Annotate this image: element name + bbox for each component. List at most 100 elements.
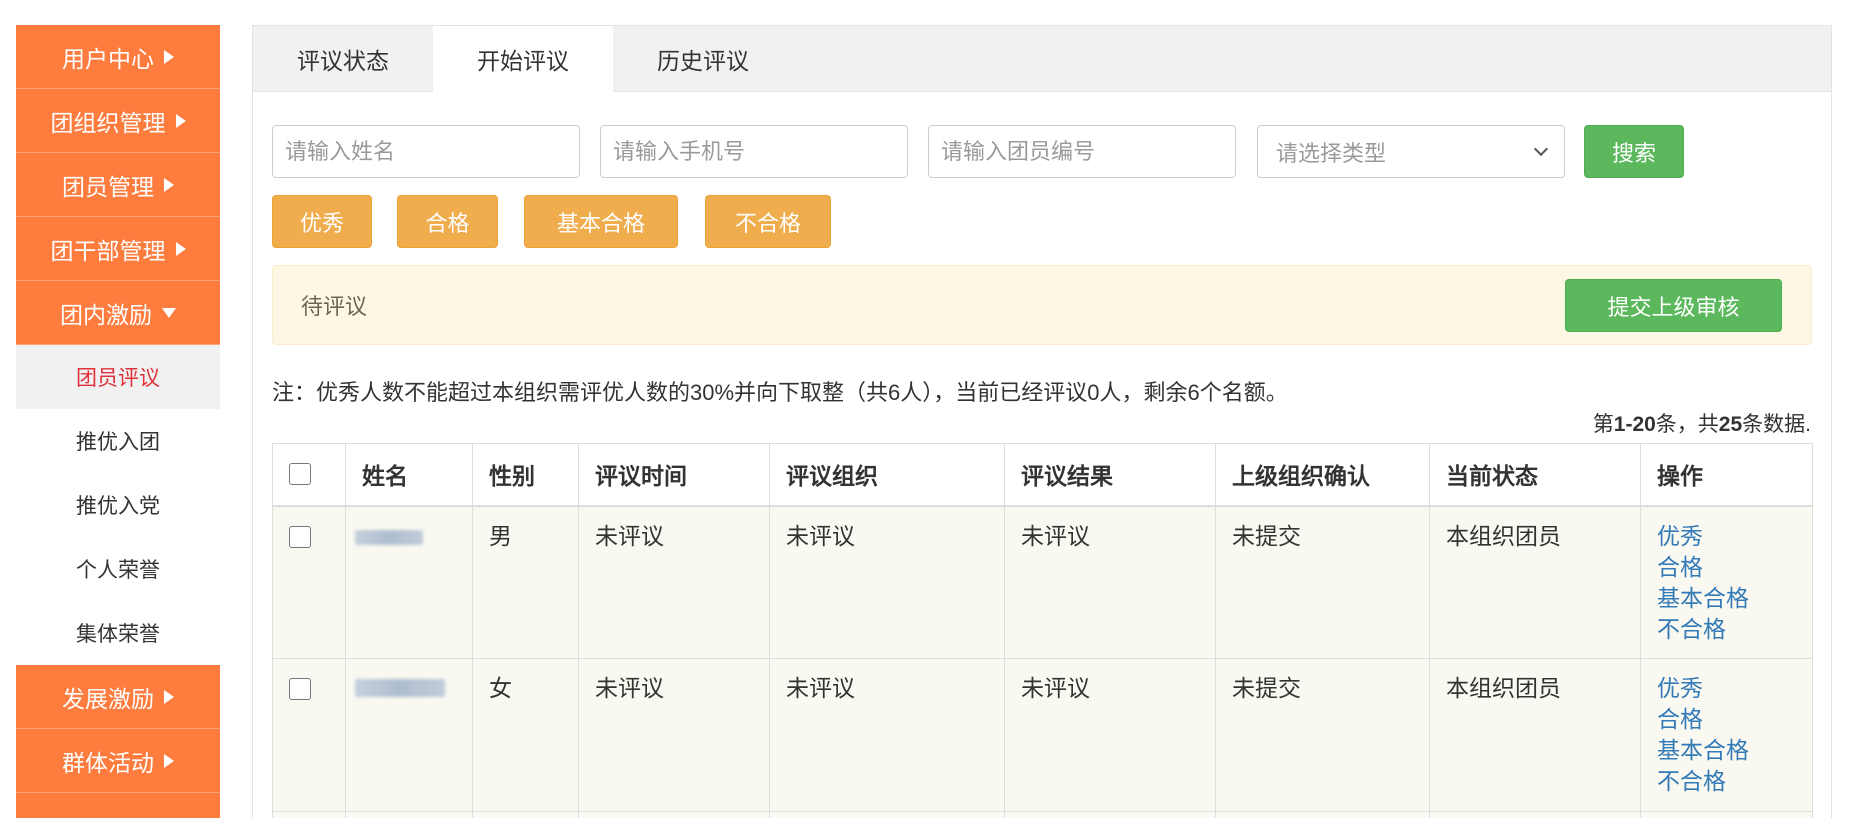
table-header-row: 姓名 性别 评议时间 评议组织 评议结果 上级组织确认 当前状态 操作 [272, 443, 1813, 507]
row-checkbox[interactable] [289, 525, 311, 548]
caret-right-icon [164, 177, 174, 192]
cell [769, 811, 1005, 818]
pagination-middle: 条，共 [1655, 413, 1719, 436]
sidebar-subitem-label: 推优入团 [76, 431, 160, 454]
column-header: 评议组织 [769, 443, 1005, 507]
sidebar-item-label: 团内激励 [60, 301, 152, 328]
sidebar-subitem-label: 集体荣誉 [76, 623, 160, 646]
submit-to-superior-button[interactable]: 提交上级审核 [1565, 279, 1782, 332]
cell [272, 811, 346, 818]
chevron-down-icon [1533, 141, 1549, 156]
superior-confirm-cell: 未提交 [1215, 658, 1430, 812]
sidebar-item-group-activities[interactable]: 群体活动 [16, 729, 220, 793]
tab-review-status[interactable]: 评议状态 [253, 26, 433, 92]
caret-right-icon [164, 689, 174, 704]
action-excellent-link[interactable]: 优秀 [1657, 521, 1796, 552]
table-row-partial [272, 811, 1813, 818]
action-basically-qualified-link[interactable]: 基本合格 [1657, 735, 1796, 766]
column-header: 姓名 [345, 443, 473, 507]
sidebar-item-cadre-management[interactable]: 团干部管理 [16, 217, 220, 281]
sidebar-subitem-recommend-party[interactable]: 推优入党 [16, 473, 220, 537]
name-redacted [355, 679, 445, 697]
pagination-prefix: 第 [1592, 413, 1614, 436]
action-basically-qualified-link[interactable]: 基本合格 [1657, 583, 1796, 614]
sidebar-subitem-label: 推优入党 [76, 495, 160, 518]
cell [345, 811, 473, 818]
sidebar-item-label: 发展激励 [62, 685, 154, 712]
sidebar-item-label: 团组织管理 [50, 109, 166, 136]
sidebar-item-internal-incentive[interactable]: 团内激励 [16, 281, 220, 345]
gender-cell: 男 [472, 505, 579, 659]
sidebar-subitem-group-honor[interactable]: 集体荣誉 [16, 601, 220, 665]
sidebar-item-user-center[interactable]: 用户中心 [16, 25, 220, 89]
pagination-total: 25 [1718, 413, 1743, 436]
sidebar-item-member-management[interactable]: 团员管理 [16, 153, 220, 217]
row-checkbox[interactable] [289, 678, 311, 700]
column-header: 操作 [1640, 443, 1813, 507]
sidebar-item-label: 团干部管理 [50, 237, 166, 264]
table-row: 男 未评议 未评议 未评议 未提交 本组织团员 优秀 合格 基本合格 不合格 [272, 505, 1813, 659]
tab-start-review[interactable]: 开始评议 [433, 26, 613, 92]
column-header: 评议结果 [1004, 443, 1216, 507]
review-result-cell: 未评议 [1004, 658, 1216, 812]
cell [472, 811, 579, 818]
review-org-cell: 未评议 [769, 505, 1005, 659]
review-org-cell: 未评议 [769, 658, 1005, 812]
pagination-summary: 第1-20条，共25条数据. [1593, 411, 1811, 439]
filter-unqualified-button[interactable]: 不合格 [705, 195, 831, 248]
current-status-cell: 本组织团员 [1429, 505, 1641, 659]
select-all-checkbox[interactable] [289, 463, 311, 486]
name-search-input[interactable] [272, 125, 580, 178]
column-header: 上级组织确认 [1215, 443, 1430, 507]
sidebar-item-org-management[interactable]: 团组织管理 [16, 89, 220, 153]
type-select[interactable]: 请选择类型 [1257, 125, 1565, 178]
name-redacted [355, 529, 423, 545]
sidebar-item-development-incentive[interactable]: 发展激励 [16, 665, 220, 729]
sidebar-subitem-member-review[interactable]: 团员评议 [16, 345, 220, 409]
header-select-all [272, 443, 346, 507]
cell [1640, 811, 1813, 818]
sidebar-subitem-recommend-league[interactable]: 推优入团 [16, 409, 220, 473]
phone-search-input[interactable] [600, 125, 908, 178]
cell [1215, 811, 1430, 818]
action-qualified-link[interactable]: 合格 [1657, 704, 1796, 735]
alert-text: 待评议 [301, 294, 368, 319]
row-select-cell [272, 505, 346, 659]
sidebar-subitem-label: 团员评议 [76, 367, 160, 390]
filter-qualified-button[interactable]: 合格 [397, 195, 498, 248]
name-cell [345, 505, 473, 659]
caret-right-icon [164, 753, 174, 768]
actions-cell: 优秀 合格 基本合格 不合格 [1640, 658, 1813, 812]
name-cell [345, 658, 473, 812]
sidebar-item-label: 团员管理 [62, 173, 154, 200]
type-select-value: 请选择类型 [1276, 140, 1387, 166]
row-select-cell [272, 658, 346, 812]
sidebar-subitem-label: 个人荣誉 [76, 559, 160, 582]
sidebar-subitem-personal-honor[interactable]: 个人荣誉 [16, 537, 220, 601]
table-row: 女 未评议 未评议 未评议 未提交 本组织团员 优秀 合格 基本合格 不合格 [272, 658, 1813, 812]
action-qualified-link[interactable]: 合格 [1657, 552, 1796, 583]
caret-right-icon [175, 113, 186, 128]
column-header: 评议时间 [578, 443, 770, 507]
caret-down-icon [162, 307, 176, 318]
action-unqualified-link[interactable]: 不合格 [1657, 614, 1796, 645]
main-panel: 评议状态 开始评议 历史评议 请选择类型 搜索 优秀 合格 基本合格 不合格 待… [252, 25, 1832, 818]
sidebar-item-label: 用户中心 [62, 45, 154, 72]
current-status-cell: 本组织团员 [1429, 658, 1641, 812]
action-unqualified-link[interactable]: 不合格 [1657, 766, 1796, 797]
filter-basically-qualified-button[interactable]: 基本合格 [524, 195, 678, 248]
review-result-cell: 未评议 [1004, 505, 1216, 659]
gender-cell: 女 [472, 658, 579, 812]
cell [1429, 811, 1641, 818]
sidebar: 用户中心 团组织管理 团员管理 团干部管理 团内激励 团员评议 推优入团 推优入… [16, 25, 220, 818]
quota-note: 注：优秀人数不能超过本组织需评优人数的30%并向下取整（共6人），当前已经评议0… [272, 380, 1288, 405]
filter-excellent-button[interactable]: 优秀 [272, 195, 372, 248]
tab-review-history[interactable]: 历史评议 [613, 26, 793, 92]
search-button[interactable]: 搜索 [1584, 125, 1684, 178]
caret-right-icon [175, 241, 186, 256]
sidebar-item-partial[interactable] [16, 793, 220, 818]
action-excellent-link[interactable]: 优秀 [1657, 673, 1796, 704]
member-number-search-input[interactable] [928, 125, 1236, 178]
pagination-range: 1-20 [1613, 413, 1656, 436]
cell [1004, 811, 1216, 818]
